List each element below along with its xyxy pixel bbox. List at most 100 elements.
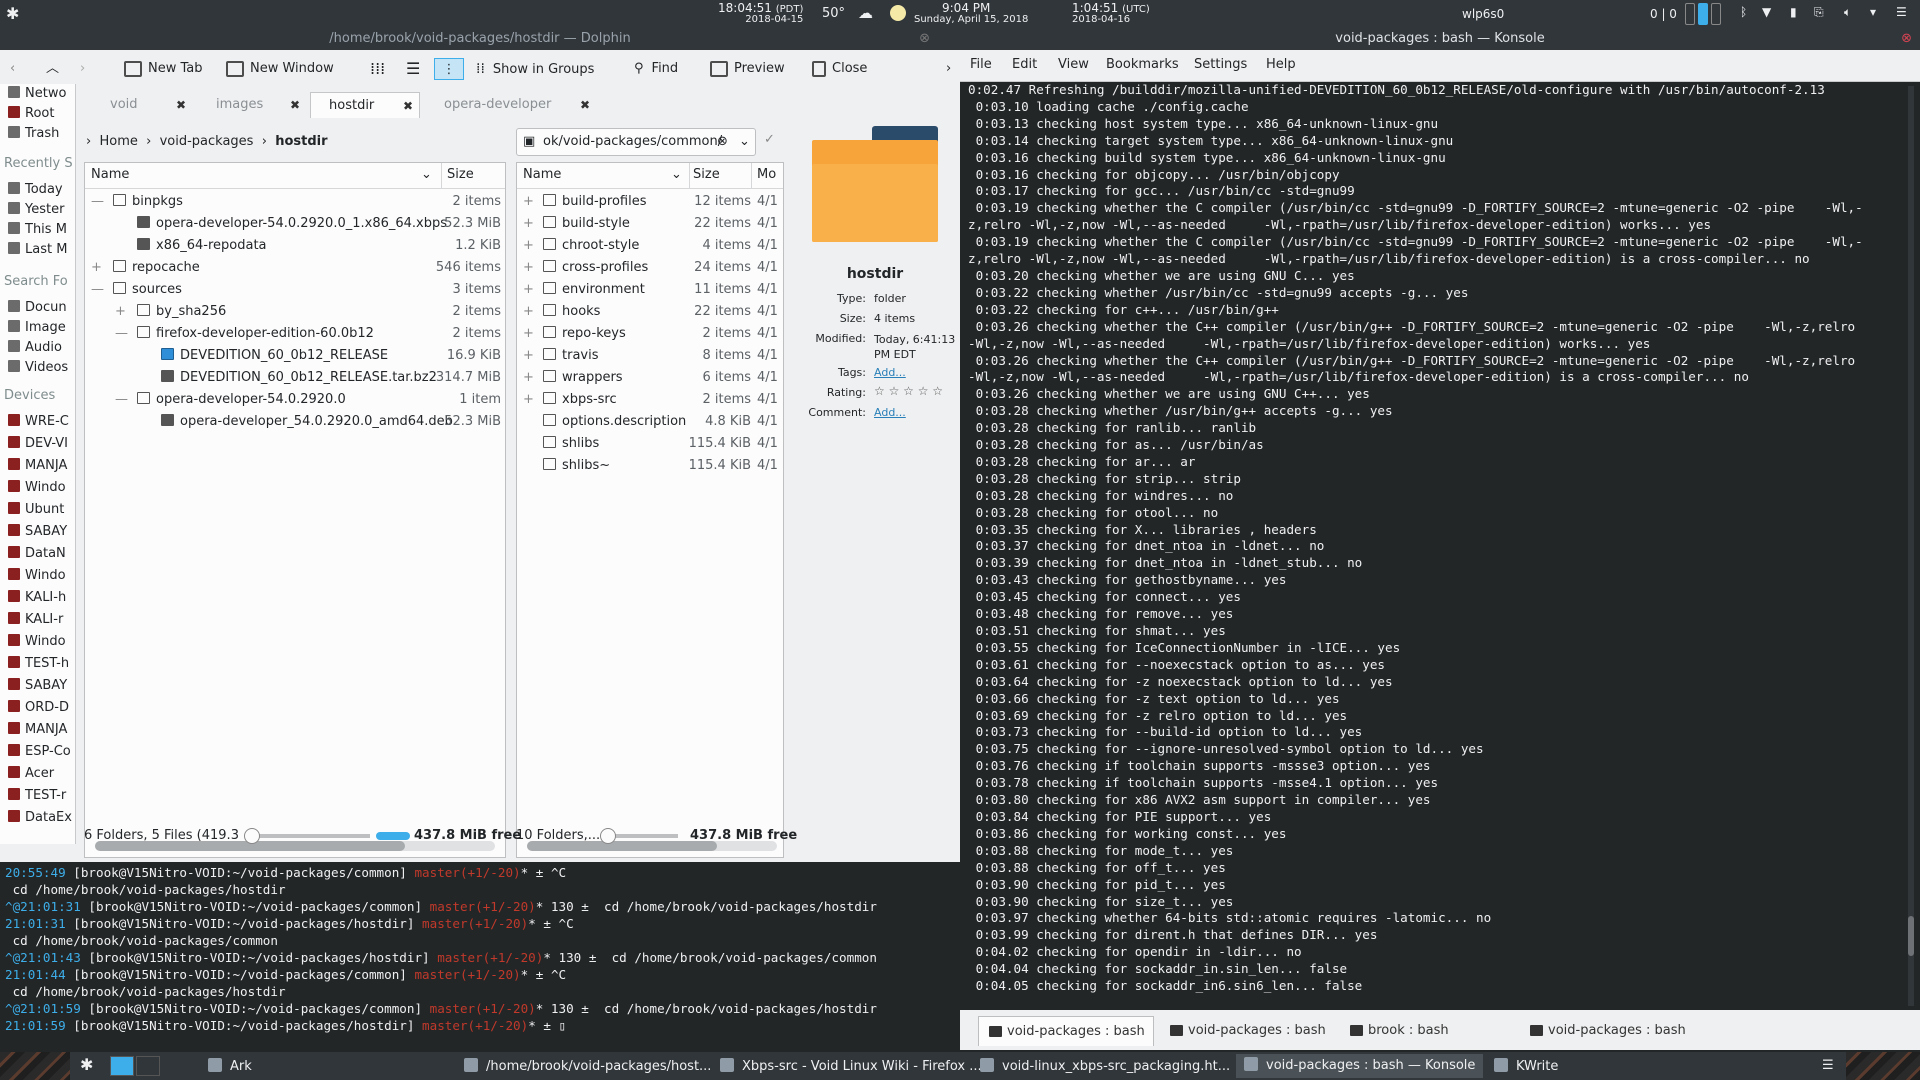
dolphin-terminal-panel[interactable]: 20:55:49 [brook@V15Nitro-VOID:~/void-pac… — [0, 862, 960, 1052]
weather-temp[interactable]: 50° — [822, 6, 845, 21]
place-device[interactable]: MANJA — [8, 720, 67, 740]
preview-button[interactable]: Preview — [710, 58, 785, 80]
dolphin-title-bar[interactable]: /home/brook/void-packages/hostdir — Dolp… — [0, 28, 960, 50]
task-konsole[interactable]: void-packages : bash — Konsole — [1236, 1054, 1484, 1078]
table-row[interactable]: — binpkgs 2 items — [85, 191, 505, 213]
task-kwrite[interactable]: KWrite — [1494, 1058, 1558, 1074]
column-modified[interactable]: Mo — [757, 167, 776, 182]
forward-icon[interactable]: › — [80, 58, 85, 80]
close-window-icon[interactable]: ⊗ — [919, 28, 930, 50]
place-device[interactable]: WRE-C — [8, 412, 69, 432]
expand-plus-icon[interactable]: + — [523, 345, 534, 367]
konsole-tab[interactable]: void-packages : bash — [1160, 1016, 1336, 1046]
expand-plus-icon[interactable]: + — [523, 191, 534, 213]
place-device[interactable]: KALI-h — [8, 588, 66, 608]
pager-desktop-1[interactable] — [110, 1056, 134, 1076]
place-device[interactable]: Windo — [8, 478, 66, 498]
expander-icon[interactable]: — — [115, 389, 129, 411]
konsole-title-bar[interactable]: void-packages : bash — Konsole ⊗ — [960, 28, 1920, 50]
clipboard-icon[interactable]: ⎘ — [1814, 5, 1824, 20]
place-device[interactable]: DEV-VI — [8, 434, 68, 454]
menu-file[interactable]: File — [970, 57, 992, 72]
clock-local[interactable]: 9:04 PM Sunday, April 15, 2018 — [914, 1, 1028, 25]
tab-void[interactable]: void ✖ — [92, 92, 192, 118]
expand-plus-icon[interactable]: + — [523, 367, 534, 389]
expander-icon[interactable]: + — [91, 257, 105, 279]
task-ark[interactable]: Ark — [208, 1058, 252, 1074]
expand-plus-icon[interactable]: + — [523, 279, 534, 301]
hamburger-icon[interactable]: ☰ — [1822, 1058, 1834, 1073]
place-device[interactable]: SABAY — [8, 676, 67, 696]
place-device[interactable]: Acer — [8, 764, 54, 784]
expander-icon[interactable]: — — [91, 191, 105, 213]
breadcrumb-void-packages[interactable]: void-packages — [160, 134, 254, 149]
konsole-tab[interactable]: void-packages : bash — [978, 1016, 1154, 1046]
menu-edit[interactable]: Edit — [1012, 57, 1037, 72]
column-size[interactable]: Size — [447, 167, 474, 182]
column-name[interactable]: Name — [91, 167, 129, 182]
table-row[interactable]: + by_sha256 2 items — [85, 301, 505, 323]
table-row[interactable]: options.description 4.8 KiB 4/1 — [517, 411, 783, 433]
wifi-icon[interactable]: ▼ — [1762, 5, 1771, 19]
kde-icon[interactable]: ✱ — [6, 4, 19, 23]
table-row[interactable]: + repocache 546 items — [85, 257, 505, 279]
column-name[interactable]: Name — [523, 167, 561, 182]
place-yesterday[interactable]: Yester — [8, 200, 64, 220]
tab-hostdir[interactable]: hostdir ✖ — [310, 92, 420, 118]
table-row[interactable]: — firefox-developer-edition-60.0b12 2 item… — [85, 323, 505, 345]
application-launcher-icon[interactable]: ✱ — [80, 1055, 93, 1074]
place-trash[interactable]: Trash — [8, 124, 59, 144]
konsole-tab[interactable]: brook : bash — [1340, 1016, 1516, 1046]
location-input[interactable]: ok/void-packages/common/ — [543, 134, 733, 149]
icons-view-icon[interactable]: ⁞⁞⁞ — [370, 58, 385, 80]
table-row[interactable]: + cross-profiles 24 items 4/1 — [517, 257, 783, 279]
show-in-groups-button[interactable]: ⁞⁞ Show in Groups — [476, 58, 594, 80]
up-icon[interactable]: ︿ — [46, 58, 59, 80]
find-button[interactable]: ⚲ Find — [634, 58, 678, 80]
tab-images[interactable]: images ✖ — [198, 92, 306, 118]
expander-icon[interactable]: — — [91, 279, 105, 301]
close-konsole-icon[interactable]: ⊗ — [1901, 28, 1912, 50]
place-network[interactable]: Netwo — [8, 84, 66, 104]
table-row[interactable]: DEVEDITION_60_0b12_RELEASE 16.9 KiB — [85, 345, 505, 367]
battery-icon[interactable]: ▮ — [1790, 5, 1797, 19]
menu-view[interactable]: View — [1058, 57, 1089, 72]
system-icon[interactable]: ☰ — [1896, 5, 1907, 19]
menu-bookmarks[interactable]: Bookmarks — [1106, 57, 1179, 72]
place-today[interactable]: Today — [8, 180, 63, 200]
task-html-file[interactable]: void-linux_xbps-src_packaging.ht... — [980, 1058, 1230, 1074]
place-audio[interactable]: Audio — [8, 338, 62, 358]
table-row[interactable]: opera-developer_54.0.2920.0_amd64.deb 52.… — [85, 411, 505, 433]
table-row[interactable]: + wrappers 6 items 4/1 — [517, 367, 783, 389]
place-device[interactable]: DataN — [8, 544, 66, 564]
place-device[interactable]: MANJA — [8, 456, 67, 476]
tab-opera-developer[interactable]: opera-developer ✖ — [426, 92, 596, 118]
place-last-month[interactable]: Last M — [8, 240, 67, 260]
place-device[interactable]: Windo — [8, 632, 66, 652]
expand-plus-icon[interactable]: + — [523, 301, 534, 323]
expander-icon[interactable]: + — [115, 301, 129, 323]
pager-desktop-2[interactable] — [136, 1056, 160, 1076]
column-size[interactable]: Size — [693, 167, 720, 182]
chevron-down-icon[interactable]: ▾ — [1870, 5, 1876, 19]
pager-2[interactable] — [1698, 3, 1708, 25]
expand-plus-icon[interactable]: + — [523, 235, 534, 257]
toolbar-more-icon[interactable]: › — [946, 58, 951, 80]
new-tab-button[interactable]: New Tab — [124, 58, 203, 80]
place-device[interactable]: DataEx — [8, 808, 72, 828]
place-device[interactable]: TEST-h — [8, 654, 69, 674]
compact-view-icon[interactable]: ☰ — [406, 58, 420, 80]
table-row[interactable]: + xbps-src 2 items 4/1 — [517, 389, 783, 411]
table-row[interactable]: + environment 11 items 4/1 — [517, 279, 783, 301]
info-tags-add[interactable]: Add... — [874, 366, 906, 379]
table-row[interactable]: + hooks 22 items 4/1 — [517, 301, 783, 323]
expand-plus-icon[interactable]: + — [523, 323, 534, 345]
konsole-tab[interactable]: void-packages : bash — [1520, 1016, 1696, 1046]
menu-help[interactable]: Help — [1266, 57, 1296, 72]
task-firefox[interactable]: Xbps-src - Void Linux Wiki - Firefox ... — [720, 1058, 982, 1074]
table-row[interactable]: DEVEDITION_60_0b12_RELEASE.tar.bz2 314.7 … — [85, 367, 505, 389]
place-device[interactable]: SABAY — [8, 522, 67, 542]
breadcrumb-home[interactable]: Home — [99, 134, 137, 149]
breadcrumb-hostdir[interactable]: hostdir — [275, 134, 327, 149]
place-device[interactable]: ORD-D — [8, 698, 69, 718]
